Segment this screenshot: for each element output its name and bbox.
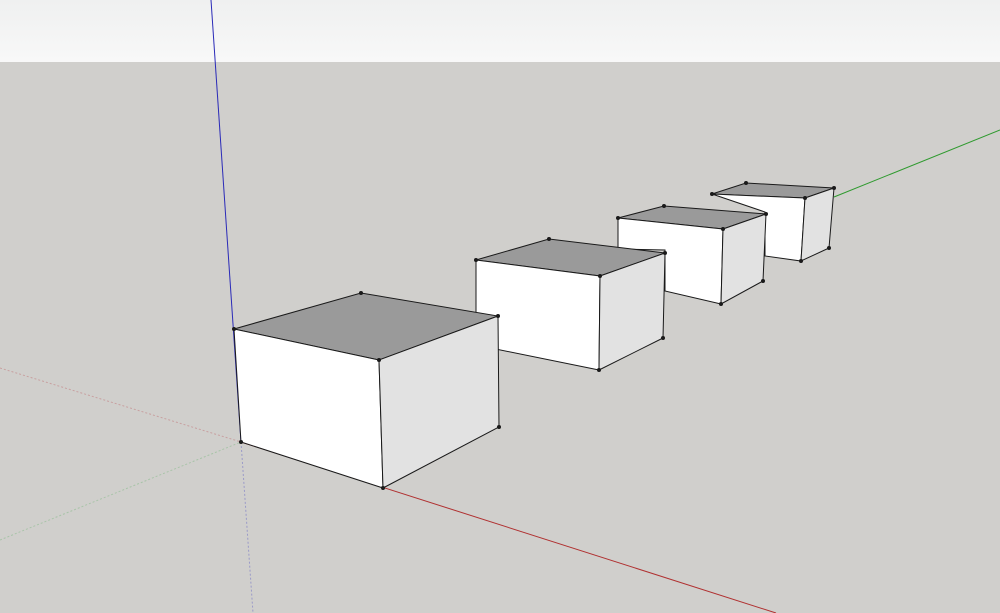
vertex-point xyxy=(597,368,601,372)
green-axis-solid xyxy=(833,129,1000,198)
vertex-point xyxy=(381,486,385,490)
vertex-point xyxy=(662,204,666,208)
vertex-point xyxy=(497,425,501,429)
blue-axis-dotted xyxy=(240,441,254,613)
vertex-point xyxy=(474,258,478,262)
vertex-point xyxy=(799,259,803,263)
vertex-point xyxy=(710,192,714,196)
vertex-point xyxy=(616,216,620,220)
vertex-point xyxy=(598,274,602,278)
vertex-point xyxy=(832,186,836,190)
scene-canvas[interactable] xyxy=(0,0,1000,613)
vertex-point xyxy=(721,227,725,231)
vertex-point xyxy=(719,302,723,306)
box-2[interactable] xyxy=(475,238,666,371)
vertex-point xyxy=(496,314,500,318)
vertex-point xyxy=(827,246,831,250)
vertex-point xyxy=(232,327,236,331)
vertex-point xyxy=(663,251,667,255)
box-1[interactable] xyxy=(233,292,500,489)
vertex-point xyxy=(661,336,665,340)
vertex-point xyxy=(377,358,381,362)
vertex-point xyxy=(239,440,243,444)
vertex-point xyxy=(744,181,748,185)
vertex-point xyxy=(761,279,765,283)
green-axis-dotted xyxy=(0,441,242,541)
vertex-point xyxy=(764,212,768,216)
vertex-point xyxy=(803,196,807,200)
vertex-point xyxy=(359,291,363,295)
box-3-side-face xyxy=(720,213,767,305)
red-axis-dotted xyxy=(0,367,242,443)
vertex-point xyxy=(547,237,551,241)
modeling-viewport[interactable] xyxy=(0,0,1000,613)
